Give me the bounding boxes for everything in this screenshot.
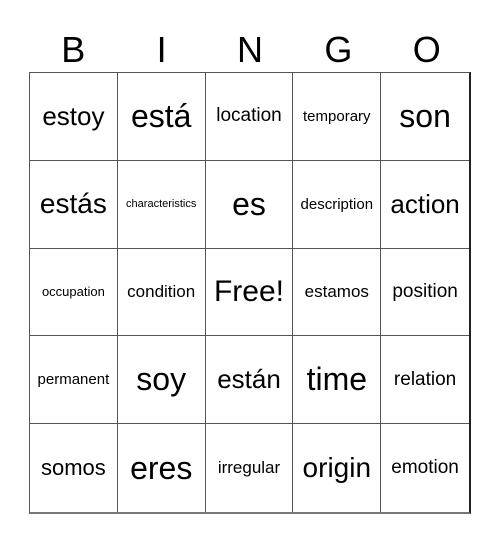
bingo-cell[interactable]: soy	[117, 336, 206, 425]
header-letter-b: B	[61, 29, 86, 70]
bingo-free-space[interactable]: Free!	[205, 248, 294, 337]
bingo-cell[interactable]: es	[205, 160, 294, 249]
bingo-cell[interactable]: origin	[293, 424, 382, 512]
bingo-cell[interactable]: somos	[30, 424, 118, 512]
bingo-cell[interactable]: description	[293, 160, 382, 249]
header-letter-g: G	[324, 29, 353, 70]
bingo-card-grid: estoy está location temporary son estás …	[29, 72, 471, 514]
bingo-cell[interactable]: estamos	[293, 248, 382, 337]
bingo-cell[interactable]: irregular	[206, 424, 294, 512]
bingo-cell[interactable]: estás	[30, 160, 118, 249]
bingo-cell[interactable]: action	[381, 161, 469, 249]
bingo-cell[interactable]: eres	[118, 424, 206, 512]
bingo-cell[interactable]: location	[205, 73, 294, 161]
bingo-cell[interactable]: están	[205, 336, 294, 425]
bingo-cell[interactable]: relation	[381, 336, 469, 425]
header-letter-i: I	[156, 29, 167, 70]
bingo-header: B I N G O	[29, 28, 471, 72]
header-letter-o: O	[412, 29, 441, 70]
header-letter-n: N	[236, 29, 263, 70]
bingo-cell[interactable]: position	[381, 249, 469, 337]
bingo-cell[interactable]: temporary	[293, 73, 382, 161]
bingo-cell[interactable]: occupation	[30, 248, 118, 337]
bingo-cell[interactable]: emotion	[381, 424, 469, 512]
bingo-cell[interactable]: time	[293, 336, 382, 425]
bingo-cell[interactable]: está	[117, 73, 206, 161]
bingo-cell[interactable]: condition	[117, 248, 206, 337]
bingo-cell[interactable]: permanent	[30, 336, 118, 425]
bingo-cell[interactable]: estoy	[30, 73, 118, 161]
bingo-cell[interactable]: son	[381, 73, 469, 161]
bingo-cell[interactable]: characteristics	[117, 160, 206, 249]
